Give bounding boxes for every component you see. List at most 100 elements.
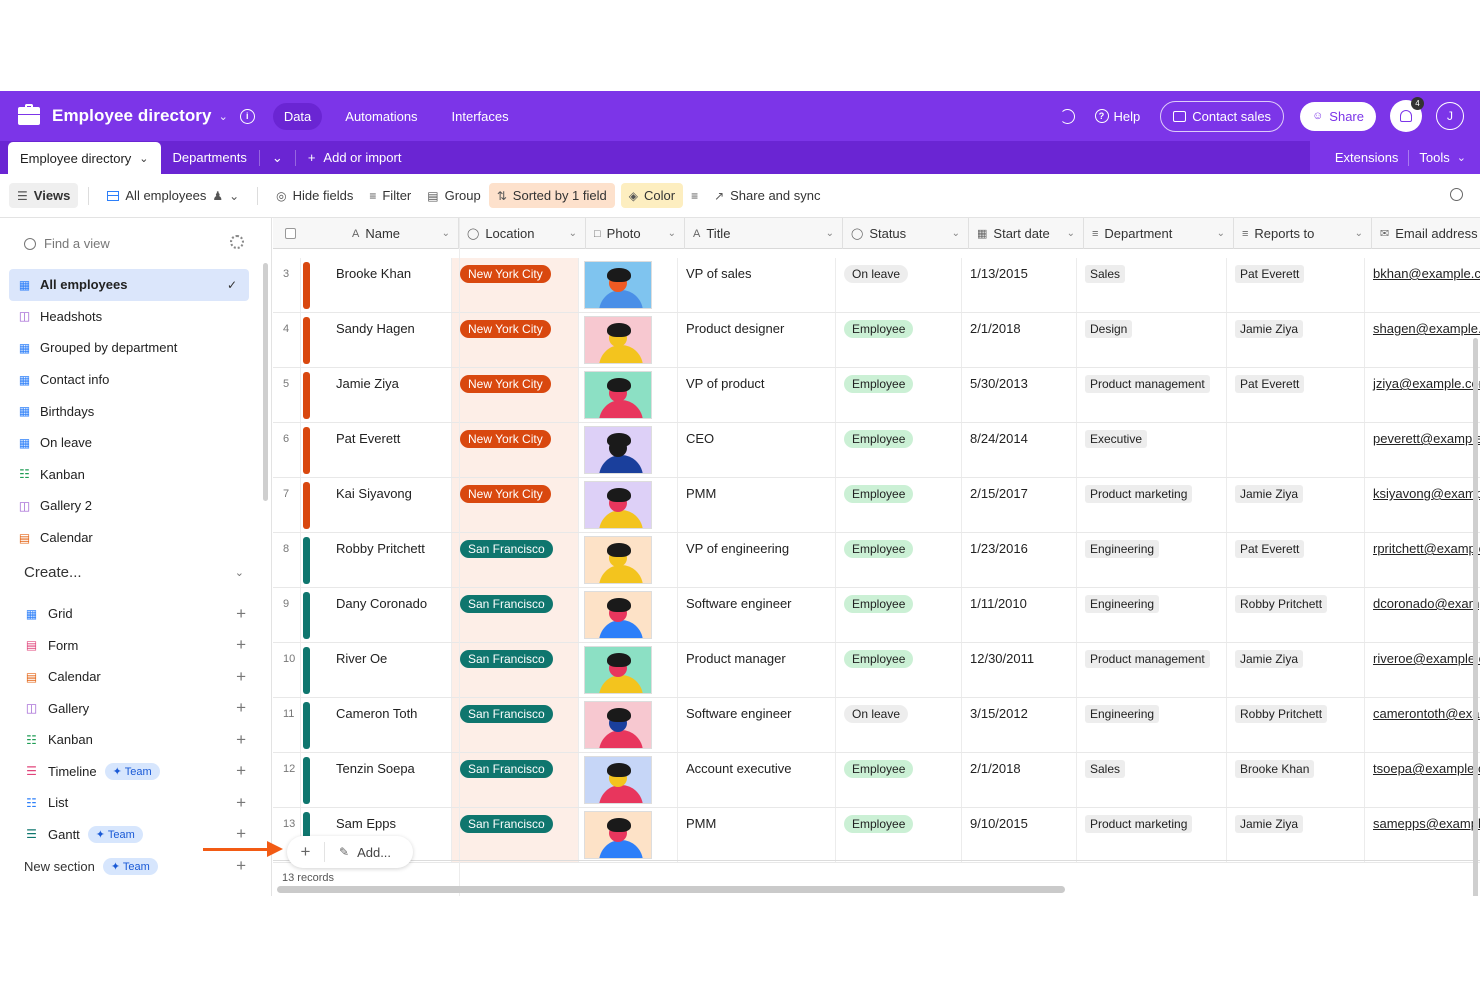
table-row[interactable]: 10 River Oe San Francisco Product manager Em… (273, 643, 1480, 698)
cell-start-date[interactable]: 2/15/2017 (962, 478, 1077, 532)
cell-start-date[interactable]: 2/1/2018 (962, 753, 1077, 807)
table-row[interactable]: 12 Tenzin Soepa San Francisco Account execu… (273, 753, 1480, 808)
notifications-button[interactable]: 4 (1390, 97, 1424, 132)
photo-thumbnail[interactable] (584, 261, 652, 309)
cell-reports-to[interactable]: Pat Everett (1227, 368, 1365, 422)
cell-department[interactable]: Executive (1077, 423, 1227, 477)
tools-button[interactable]: Tools (1419, 150, 1449, 165)
cell-name[interactable]: Sandy Hagen (301, 313, 452, 367)
cell-email[interactable]: camerontoth@example.com (1365, 698, 1480, 752)
cell-status[interactable]: On leave (836, 698, 962, 752)
cell-location[interactable]: New York City (452, 313, 579, 367)
cell-photo[interactable] (579, 258, 678, 312)
photo-thumbnail[interactable] (584, 811, 652, 859)
photo-thumbnail[interactable] (584, 426, 652, 474)
cell-name[interactable]: Tenzin Soepa (301, 753, 452, 807)
cell-title[interactable]: VP of product (678, 368, 836, 422)
cell-department[interactable]: Sales (1077, 258, 1227, 312)
sidebar-view-item[interactable]: ▦ On leave (9, 427, 249, 459)
header-location[interactable]: ◯ Location ⌄ (459, 218, 586, 249)
plus-icon[interactable]: + (236, 698, 246, 718)
cell-department[interactable]: Sales (1077, 753, 1227, 807)
cell-title[interactable]: VP of engineering (678, 533, 836, 587)
plus-icon[interactable]: + (236, 793, 246, 813)
plus-icon[interactable]: + (236, 635, 246, 655)
header-name[interactable]: A Name ⌄ (273, 218, 459, 249)
cell-email[interactable]: bkhan@example.com (1365, 258, 1480, 312)
cell-photo[interactable] (579, 643, 678, 697)
cell-status[interactable]: Employee (836, 753, 962, 807)
cell-title[interactable]: Product manager (678, 643, 836, 697)
cell-photo[interactable] (579, 588, 678, 642)
cell-email[interactable]: peverett@example.com (1365, 423, 1480, 477)
cell-start-date[interactable]: 5/30/2013 (962, 368, 1077, 422)
cell-photo[interactable] (579, 808, 678, 862)
cell-location[interactable]: San Francisco (452, 753, 579, 807)
cell-title[interactable]: PMM (678, 808, 836, 862)
sidebar-view-item[interactable]: ▦ Birthdays (9, 395, 249, 427)
cell-location[interactable]: San Francisco (452, 533, 579, 587)
cell-name[interactable]: Robby Pritchett (301, 533, 452, 587)
cell-start-date[interactable]: 12/30/2011 (962, 643, 1077, 697)
header-start-date[interactable]: ▦ Start date ⌄ (969, 218, 1084, 249)
cell-name[interactable]: Dany Coronado (301, 588, 452, 642)
table-row[interactable]: 4 Sandy Hagen New York City Product designe… (273, 313, 1480, 368)
cell-reports-to[interactable] (1227, 423, 1365, 477)
chevron-down-icon[interactable]: ⌄ (139, 152, 148, 165)
cell-start-date[interactable]: 9/10/2015 (962, 808, 1077, 862)
cell-reports-to[interactable]: Pat Everett (1227, 533, 1365, 587)
header-status[interactable]: ◯ Status ⌄ (843, 218, 969, 249)
photo-thumbnail[interactable] (584, 371, 652, 419)
photo-thumbnail[interactable] (584, 481, 652, 529)
add-with-ai-button[interactable]: Add... (357, 845, 391, 860)
table-row[interactable]: 5 Jamie Ziya New York City VP of product Emp… (273, 368, 1480, 423)
cell-title[interactable]: Software engineer (678, 698, 836, 752)
cell-photo[interactable] (579, 698, 678, 752)
table-row[interactable]: 9 Dany Coronado San Francisco Software engi… (273, 588, 1480, 643)
chevron-down-icon[interactable]: ⌄ (569, 228, 577, 239)
cell-email[interactable]: rpritchett@example.com (1365, 533, 1480, 587)
table-row[interactable]: 13 Sam Epps San Francisco PMM Employee 9/10/2… (273, 808, 1480, 863)
views-button[interactable]: ☰ Views (9, 183, 79, 208)
info-icon[interactable]: i (239, 108, 255, 124)
cell-status[interactable]: Employee (836, 313, 962, 367)
header-email[interactable]: ✉ Email address (1372, 218, 1480, 249)
base-title[interactable]: Employee directory (52, 106, 212, 126)
cell-email[interactable]: jziya@example.com (1365, 368, 1480, 422)
cell-status[interactable]: On leave (836, 258, 962, 312)
cell-email[interactable]: ksiyavong@example.com (1365, 478, 1480, 532)
cell-status[interactable]: Employee (836, 533, 962, 587)
cell-photo[interactable] (579, 368, 678, 422)
cell-name[interactable]: Brooke Khan (301, 258, 452, 312)
more-tables-chevron-icon[interactable]: ⌄ (260, 141, 295, 174)
plus-icon[interactable]: + (236, 761, 246, 781)
tab-automations[interactable]: Automations (334, 103, 428, 130)
cell-location[interactable]: San Francisco (452, 643, 579, 697)
chevron-down-icon[interactable]: ⌄ (1355, 228, 1363, 239)
contact-sales-button[interactable]: Contact sales (1160, 100, 1285, 132)
create-view-item[interactable]: ☰ Timeline ✦ Team + (24, 756, 246, 788)
cell-department[interactable]: Product marketing (1077, 478, 1227, 532)
table-tab-departments[interactable]: Departments (161, 141, 259, 174)
header-reports-to[interactable]: ≡ Reports to ⌄ (1234, 218, 1372, 249)
cell-photo[interactable] (579, 753, 678, 807)
cell-status[interactable]: Employee (836, 478, 962, 532)
sidebar-scrollbar[interactable] (263, 263, 268, 501)
horizontal-scrollbar[interactable] (277, 886, 1065, 893)
cell-reports-to[interactable]: Jamie Ziya (1227, 808, 1365, 862)
color-button[interactable]: ◈ Color (620, 183, 684, 208)
share-button[interactable]: ☺ Share (1300, 101, 1376, 131)
cell-location[interactable]: San Francisco (452, 588, 579, 642)
cell-name[interactable]: Pat Everett (301, 423, 452, 477)
cell-start-date[interactable]: 1/11/2010 (962, 588, 1077, 642)
cell-start-date[interactable]: 1/13/2015 (962, 258, 1077, 312)
tab-data[interactable]: Data (272, 102, 323, 130)
cell-reports-to[interactable]: Brooke Khan (1227, 753, 1365, 807)
sidebar-view-item[interactable]: ◫ Headshots (9, 301, 249, 333)
help-button[interactable]: ? Help (1094, 109, 1140, 124)
sidebar-view-item[interactable]: ▦ All employees ✓ (9, 269, 249, 301)
chevron-down-icon[interactable]: ⌄ (826, 228, 834, 239)
create-view-item[interactable]: ▦ Grid + (24, 598, 246, 630)
sidebar-view-item[interactable]: ▦ Contact info (9, 364, 249, 396)
cell-start-date[interactable]: 1/23/2016 (962, 533, 1077, 587)
